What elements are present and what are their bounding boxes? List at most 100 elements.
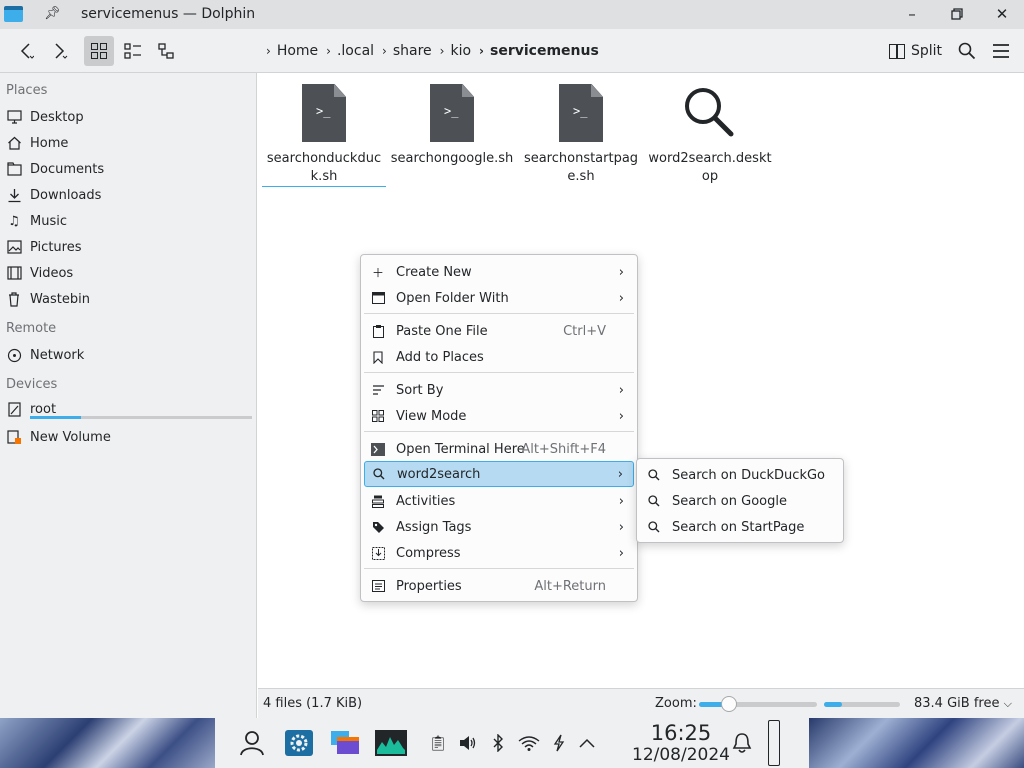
file-name: word2search.desktop [648, 151, 772, 184]
sidebar-item-wastebin[interactable]: Wastebin [6, 286, 252, 312]
zoom-slider-handle[interactable] [720, 696, 737, 712]
sidebar-item-desktop[interactable]: Desktop [6, 104, 252, 130]
icons-view-button[interactable] [84, 36, 114, 66]
system-settings-icon[interactable] [283, 730, 315, 756]
menu-separator [364, 568, 634, 569]
search-icon [371, 466, 387, 482]
zoom-slider[interactable] [699, 696, 817, 712]
paste-icon [370, 323, 386, 339]
free-space-label[interactable]: 83.4 GiB free ⌵ [914, 696, 1012, 711]
close-button[interactable]: ✕ [991, 4, 1013, 24]
search-button[interactable] [954, 36, 980, 66]
chevron-right-icon: › [479, 44, 484, 58]
chevron-right-icon: › [618, 519, 624, 535]
toolbar: › Home › .local › share › kio › servicemenus … [0, 29, 1024, 73]
sidebar-item-pictures[interactable]: Pictures [6, 234, 252, 260]
breadcrumb: › Home › .local › share › kio › servicemenus [258, 36, 599, 66]
menu-item-open-folder-with[interactable]: Open Folder With › [364, 285, 634, 311]
dolphin-app-icon[interactable] [4, 6, 23, 22]
sidebar-item-videos[interactable]: Videos [6, 260, 252, 286]
bluetooth-icon[interactable] [489, 730, 507, 756]
wifi-icon[interactable] [517, 730, 541, 756]
chevron-right-icon: › [617, 466, 623, 482]
view-mode-icon [370, 408, 386, 424]
desktop-wallpaper [0, 718, 215, 768]
menu-item-view-mode[interactable]: View Mode › [364, 403, 634, 429]
menu-item-activities[interactable]: Activities › [364, 488, 634, 514]
system-monitor-icon[interactable] [375, 730, 407, 756]
submenu-item-google[interactable]: Search on Google [640, 488, 840, 514]
script-file-icon: >_ [302, 84, 346, 142]
sidebar-item-downloads[interactable]: Downloads [6, 182, 252, 208]
network-icon [6, 347, 22, 363]
hamburger-icon [993, 44, 1009, 58]
notifications-icon[interactable] [730, 730, 754, 756]
chevron-right-icon: › [382, 44, 387, 58]
file-item[interactable]: word2search.desktop [648, 84, 772, 186]
sidebar-item-documents[interactable]: Documents [6, 156, 252, 182]
videos-icon [6, 265, 22, 281]
menu-item-compress[interactable]: Compress › [364, 540, 634, 566]
pin-icon[interactable]: 📌︎ [44, 6, 61, 21]
submenu-item-startpage[interactable]: Search on StartPage [640, 514, 840, 540]
file-name: searchonduckduck.sh [262, 150, 386, 187]
menu-item-sort-by[interactable]: Sort By › [364, 377, 634, 403]
downloads-icon [6, 187, 22, 203]
clock-date[interactable]: 12/08/2024 [631, 745, 731, 765]
show-desktop-button[interactable] [766, 719, 782, 767]
menu-item-word2search[interactable]: word2search › [364, 461, 634, 487]
file-name: searchonstartpage.sh [523, 151, 639, 184]
compress-icon [370, 545, 386, 561]
dolphin-taskbar-icon[interactable] [329, 730, 361, 756]
compact-view-button[interactable] [118, 36, 148, 66]
hamburger-menu-button[interactable] [988, 36, 1014, 66]
power-icon[interactable] [550, 730, 568, 756]
word2search-submenu: Search on DuckDuckGo Search on Google Se… [636, 458, 844, 543]
volume-icon[interactable] [458, 730, 478, 756]
split-button[interactable]: Split [889, 36, 942, 66]
menu-item-add-to-places[interactable]: Add to Places [364, 344, 634, 370]
submenu-item-duckduckgo[interactable]: Search on DuckDuckGo [640, 462, 840, 488]
file-item[interactable]: >_ searchongoogle.sh [390, 84, 514, 168]
menu-separator [364, 372, 634, 373]
pictures-icon [6, 239, 22, 255]
breadcrumb-servicemenus[interactable]: › servicemenus [471, 43, 599, 59]
file-item[interactable]: >_ searchonduckduck.sh [262, 84, 386, 187]
chevron-left-icon [20, 43, 34, 59]
forward-button[interactable] [46, 36, 74, 66]
sidebar-item-music[interactable]: ♫ Music [6, 208, 252, 234]
clock-time[interactable]: 16:25 [631, 721, 731, 745]
window-title: servicemenus — Dolphin [81, 6, 256, 22]
maximize-button[interactable] [946, 4, 968, 24]
properties-icon [370, 578, 386, 594]
chevron-right-icon: › [618, 264, 624, 280]
breadcrumb-share[interactable]: › share [374, 43, 432, 59]
menu-item-properties[interactable]: Properties Alt+Return [364, 573, 634, 599]
minimize-button[interactable]: – [901, 4, 923, 24]
title-bar: 📌︎ servicemenus — Dolphin – ✕ [0, 0, 1024, 29]
script-file-icon: >_ [430, 84, 474, 142]
menu-item-open-terminal[interactable]: Open Terminal Here Alt+Shift+F4 [364, 436, 634, 462]
status-bar: 4 files (1.7 KiB) Zoom: 83.4 GiB free ⌵ [258, 688, 1024, 718]
menu-separator [364, 431, 634, 432]
chevron-up-icon[interactable] [577, 730, 597, 756]
split-icon [889, 43, 905, 59]
details-view-button[interactable] [152, 36, 182, 66]
breadcrumb-kio[interactable]: › kio [432, 43, 471, 59]
sidebar-item-new-volume[interactable]: New Volume [6, 424, 252, 450]
sidebar-item-network[interactable]: Network [6, 342, 252, 368]
sidebar-item-home[interactable]: Home [6, 130, 252, 156]
music-icon: ♫ [8, 213, 20, 229]
user-icon[interactable] [237, 730, 267, 756]
breadcrumb-local[interactable]: › .local [318, 43, 374, 59]
search-icon [646, 467, 662, 483]
menu-item-assign-tags[interactable]: Assign Tags › [364, 514, 634, 540]
menu-item-paste[interactable]: Paste One File Ctrl+V [364, 318, 634, 344]
activities-icon [370, 493, 386, 509]
clipboard-icon[interactable]: 📋︎ [428, 730, 447, 756]
breadcrumb-home[interactable]: › Home [258, 43, 318, 59]
menu-item-create-new[interactable]: ＋ Create New › [364, 259, 634, 285]
file-item[interactable]: >_ searchonstartpage.sh [519, 84, 643, 186]
back-button[interactable] [12, 36, 40, 66]
chevron-down-icon: ⌵ [1003, 697, 1012, 710]
